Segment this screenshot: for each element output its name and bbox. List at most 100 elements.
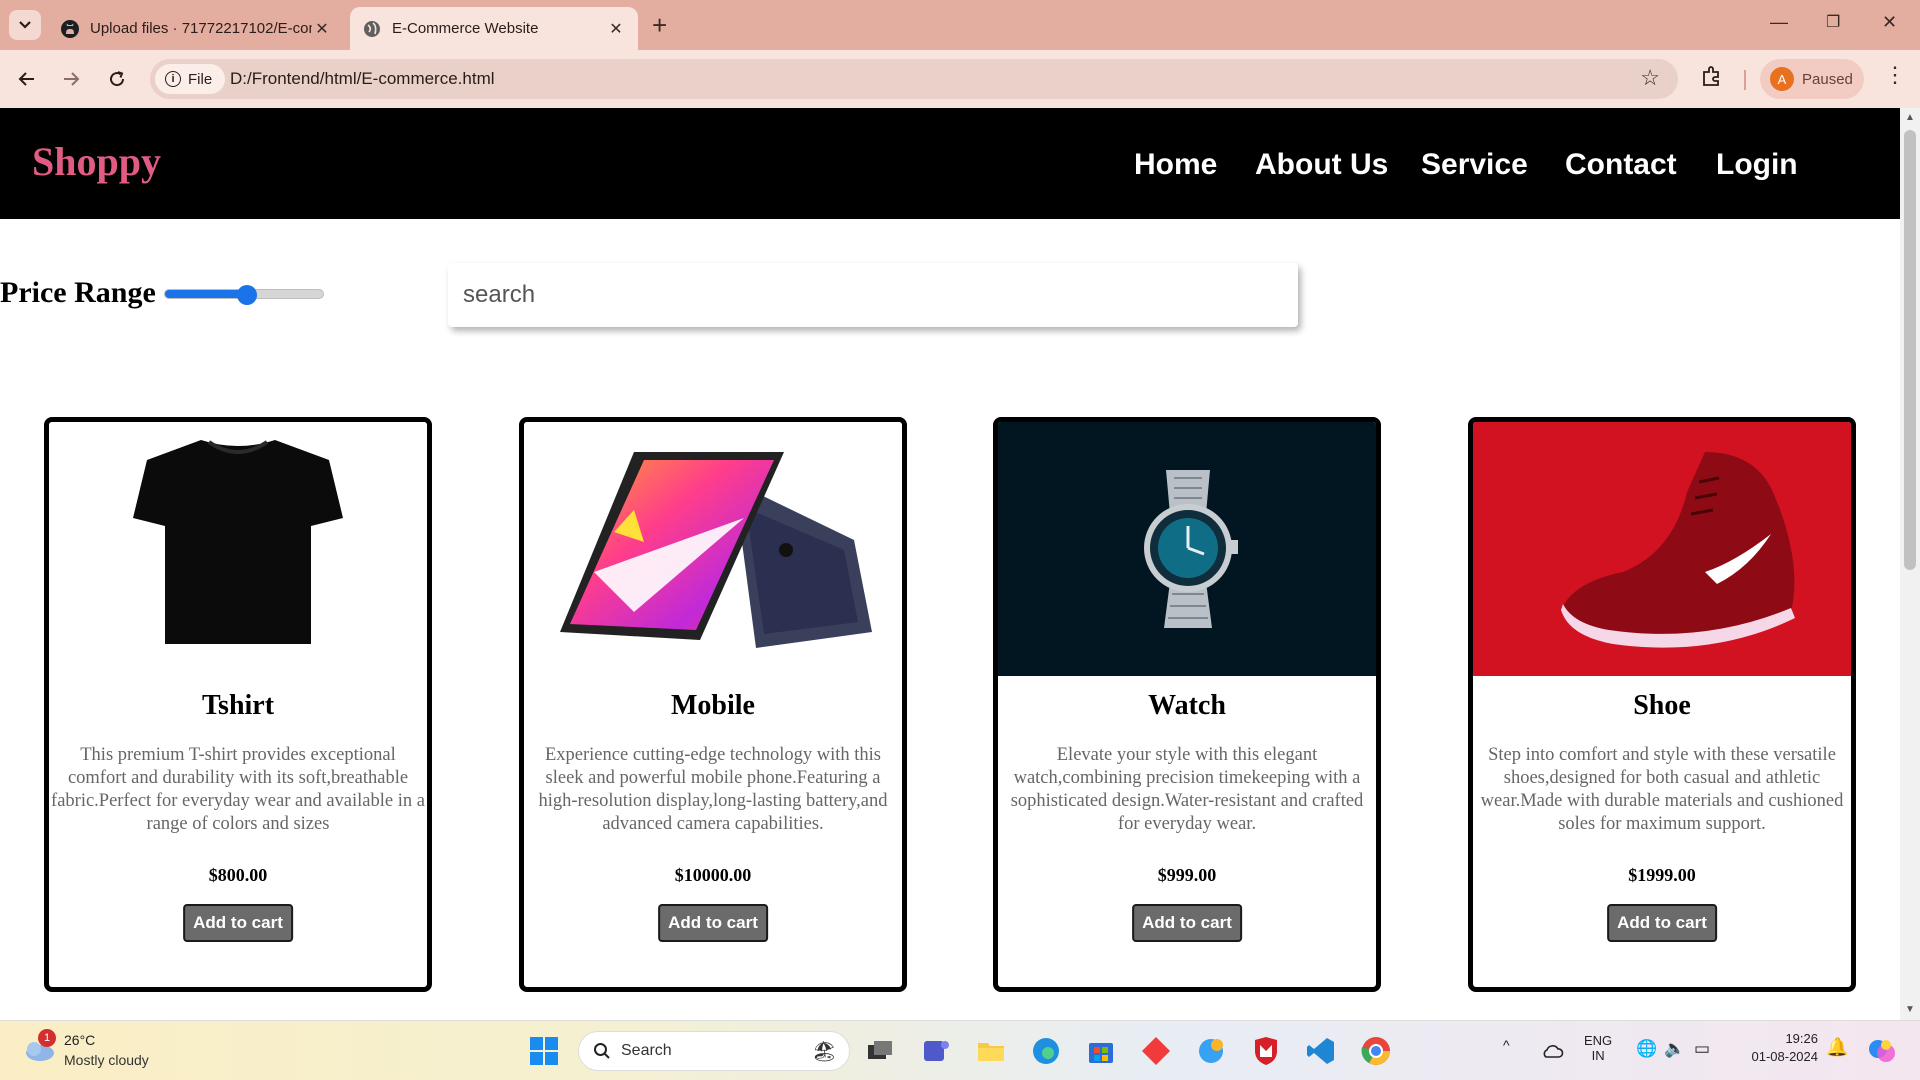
product-card-tshirt: Tshirt This premium T-shirt provides exc… <box>44 417 432 992</box>
taskbar-search-label: Search <box>621 1042 672 1059</box>
copilot-preview-icon[interactable] <box>1866 1035 1898 1067</box>
page-scrollbar[interactable]: ▲ ▼ <box>1900 108 1920 1020</box>
file-explorer-icon[interactable] <box>975 1035 1007 1067</box>
avatar: A <box>1770 67 1794 91</box>
url-scheme-label: File <box>188 70 213 88</box>
site-header: Shoppy Home About Us Service Contact Log… <box>0 108 1900 219</box>
scrollbar-thumb[interactable] <box>1904 130 1916 570</box>
copilot-icon[interactable] <box>1195 1035 1227 1067</box>
info-icon: i <box>165 71 181 87</box>
product-card-shoe: Shoe Step into comfort and style with th… <box>1468 417 1856 992</box>
app-diamond-icon[interactable] <box>1140 1035 1172 1067</box>
volume-icon[interactable]: 🔈 <box>1664 1039 1685 1059</box>
window-close-icon[interactable]: ✕ <box>1882 12 1897 33</box>
price-range-slider[interactable] <box>164 285 324 305</box>
add-to-cart-button[interactable]: Add to cart <box>1132 904 1242 942</box>
add-to-cart-button[interactable]: Add to cart <box>1607 904 1717 942</box>
globe-icon <box>362 19 382 39</box>
battery-icon[interactable]: ▭ <box>1694 1039 1710 1059</box>
clock-time: 19:26 <box>1785 1031 1818 1046</box>
page-viewport: Shoppy Home About Us Service Contact Log… <box>0 108 1900 1020</box>
teams-icon[interactable] <box>920 1035 952 1067</box>
shoe-image <box>1473 422 1851 676</box>
vscode-icon[interactable] <box>1305 1035 1337 1067</box>
price-range-label: Price Range <box>0 276 156 309</box>
weather-alert-badge: 1 <box>38 1029 56 1047</box>
nav-about-us[interactable]: About Us <box>1255 148 1388 182</box>
tray-expand-chevron-icon[interactable]: ^ <box>1503 1037 1510 1053</box>
product-description: This premium T-shirt provides exceptiona… <box>51 745 425 834</box>
product-description: Elevate your style with this elegant wat… <box>1010 745 1364 834</box>
address-bar[interactable]: i File D:/Frontend/html/E-commerce.html … <box>150 59 1678 99</box>
bookmark-star-icon[interactable]: ☆ <box>1640 65 1660 91</box>
search-input[interactable] <box>448 263 1298 327</box>
mcafee-shield-icon[interactable] <box>1250 1035 1282 1067</box>
edge-icon[interactable] <box>1030 1035 1062 1067</box>
product-card-watch: Watch Elevate your style with this elega… <box>993 417 1381 992</box>
tshirt-image <box>49 422 427 676</box>
close-icon[interactable]: ✕ <box>312 19 332 39</box>
language-region: IN <box>1591 1048 1605 1063</box>
profile-status: Paused <box>1802 70 1853 88</box>
extensions-puzzle-icon[interactable] <box>1700 64 1726 90</box>
language-code: ENG <box>1584 1033 1613 1048</box>
forward-arrow-icon[interactable] <box>58 66 84 92</box>
reload-icon[interactable] <box>104 66 130 92</box>
new-tab-button[interactable]: + <box>652 12 667 38</box>
phone-image <box>524 422 902 676</box>
toolbar-divider <box>1744 70 1746 90</box>
product-price: $999.00 <box>1157 865 1217 885</box>
close-icon[interactable]: ✕ <box>606 19 626 39</box>
github-icon <box>60 19 80 39</box>
product-price: $800.00 <box>208 865 268 885</box>
tab-ecommerce-website[interactable]: E-Commerce Website ✕ <box>350 7 638 50</box>
product-title: Tshirt <box>201 690 275 721</box>
taskbar-search[interactable]: Search 🏖 <box>578 1031 850 1071</box>
slider-thumb[interactable] <box>237 285 258 305</box>
tab-upload-files[interactable]: Upload files · 71772217102/E-commerce ✕ <box>48 7 344 50</box>
site-info-chip[interactable]: i File <box>155 64 225 94</box>
notification-bell-icon[interactable]: 🔔 <box>1826 1037 1848 1058</box>
nav-contact[interactable]: Contact <box>1565 148 1677 182</box>
onedrive-icon[interactable] <box>1540 1039 1564 1063</box>
input-language[interactable]: ENG IN <box>1584 1033 1612 1063</box>
product-title: Mobile <box>671 690 755 721</box>
nav-home[interactable]: Home <box>1134 148 1217 182</box>
restore-icon[interactable]: ❐ <box>1826 12 1840 32</box>
weather-temperature[interactable]: 26°C <box>64 1032 95 1048</box>
search-highlight-icon: 🏖 <box>811 1040 837 1063</box>
minimize-icon[interactable]: — <box>1770 12 1788 33</box>
tab-search-button[interactable] <box>9 10 41 40</box>
network-globe-icon[interactable]: 🌐 <box>1636 1039 1657 1059</box>
back-arrow-icon[interactable] <box>14 66 40 92</box>
microsoft-store-icon[interactable] <box>1085 1035 1117 1067</box>
product-description: Step into comfort and style with these v… <box>1480 745 1844 834</box>
taskbar: 1 26°C Mostly cloudy Search 🏖 ^ ENG IN 🌐… <box>0 1020 1920 1080</box>
site-logo[interactable]: Shoppy <box>32 138 161 185</box>
clock[interactable]: 19:26 01-08-2024 <box>1738 1031 1819 1064</box>
product-price: $1999.00 <box>1628 865 1696 885</box>
product-card-mobile: Mobile Experience cutting-edge technolog… <box>519 417 907 992</box>
product-price: $10000.00 <box>674 865 752 885</box>
windows-start-icon[interactable] <box>528 1035 560 1067</box>
scroll-down-arrow-icon[interactable]: ▼ <box>1905 1004 1915 1015</box>
add-to-cart-button[interactable]: Add to cart <box>658 904 768 942</box>
task-view-icon[interactable] <box>864 1035 896 1067</box>
clock-date: 01-08-2024 <box>1751 1049 1819 1064</box>
more-menu-icon[interactable]: ⋮ <box>1884 64 1906 86</box>
scroll-up-arrow-icon[interactable]: ▲ <box>1905 112 1915 123</box>
slider-fill <box>165 290 248 298</box>
watch-image <box>998 422 1376 676</box>
url-text: D:/Frontend/html/E-commerce.html <box>230 69 495 88</box>
product-title: Shoe <box>1633 690 1691 721</box>
nav-service[interactable]: Service <box>1421 148 1528 182</box>
nav-login[interactable]: Login <box>1716 148 1798 182</box>
chevron-down-icon <box>19 21 31 29</box>
profile-button[interactable]: A Paused <box>1760 59 1864 99</box>
tab-title: E-Commerce Website <box>392 20 539 37</box>
weather-description[interactable]: Mostly cloudy <box>64 1052 149 1068</box>
add-to-cart-button[interactable]: Add to cart <box>183 904 293 942</box>
chrome-icon[interactable] <box>1360 1035 1392 1067</box>
product-description: Experience cutting-edge technology with … <box>538 745 888 834</box>
search-icon <box>594 1043 610 1059</box>
